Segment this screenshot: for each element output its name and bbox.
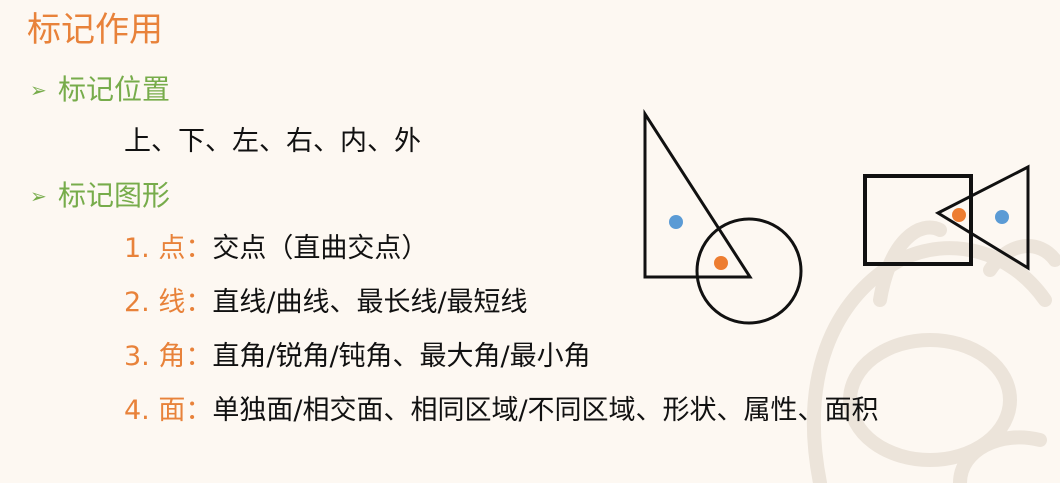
rectangle-triangle-figure: [863, 164, 1030, 271]
orange-dot-marker: [952, 208, 966, 222]
blue-dot-marker: [995, 210, 1009, 224]
triangle-shape: [934, 164, 1030, 271]
